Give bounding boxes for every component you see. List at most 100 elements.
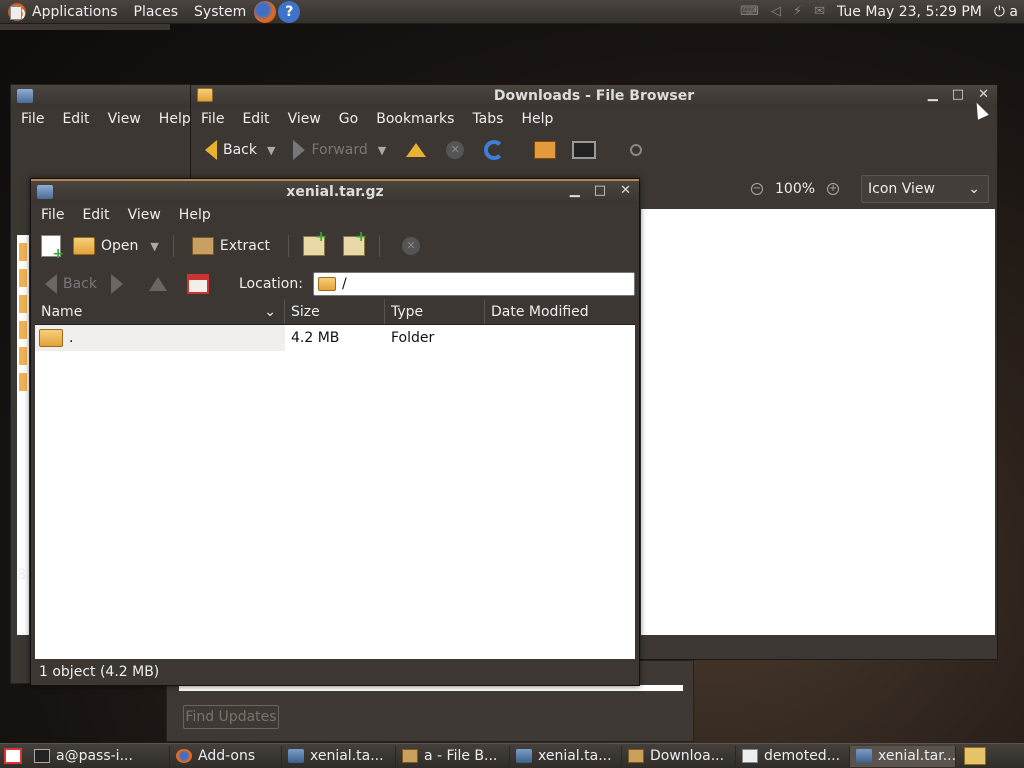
forward-button[interactable]: Forward — [289, 138, 371, 162]
minimize-button[interactable]: ▁ — [570, 183, 580, 198]
downloads-menubar: File Edit View Go Bookmarks Tabs Help — [191, 107, 997, 131]
stop-button[interactable]: ✕ — [446, 141, 465, 159]
menu-bookmarks[interactable]: Bookmarks — [376, 111, 454, 127]
list-item[interactable] — [19, 321, 27, 339]
column-name[interactable]: Name ⌄ — [35, 299, 285, 324]
back-menu-file[interactable]: File — [21, 111, 44, 127]
downloads-titlebar[interactable]: Downloads - File Browser ▁ □ ✕ — [191, 85, 997, 107]
taskbar-item[interactable]: xenial.ta... — [282, 745, 396, 767]
places-menu[interactable]: Places — [134, 4, 179, 20]
reload-button[interactable] — [484, 140, 505, 160]
search-button[interactable] — [630, 144, 643, 156]
column-size[interactable]: Size — [285, 299, 385, 324]
forward-history-chevron-icon[interactable]: ▼ — [378, 144, 386, 157]
taskbar-item-label: xenial.tar... — [878, 748, 956, 764]
taskbar-item[interactable]: demoted... — [736, 745, 850, 767]
extract-button[interactable]: Extract — [188, 235, 274, 257]
taskbar-item-label: Add-ons — [198, 748, 256, 764]
open-button[interactable]: Open — [69, 235, 142, 257]
volume-icon[interactable]: ◁ — [771, 4, 781, 19]
open-folder-icon — [73, 237, 95, 255]
menu-help[interactable]: Help — [179, 207, 211, 223]
maximize-button[interactable]: □ — [952, 87, 964, 102]
taskbar-item-label: xenial.ta... — [310, 748, 384, 764]
document-icon — [742, 749, 758, 763]
applications-menu[interactable]: Applications — [32, 4, 118, 20]
back-history-chevron-icon[interactable]: ▼ — [267, 144, 275, 157]
up-button[interactable] — [406, 143, 427, 157]
home-button[interactable] — [187, 274, 209, 294]
list-item[interactable] — [19, 243, 27, 261]
close-button[interactable]: ✕ — [620, 183, 631, 198]
network-icon[interactable]: ⚡ — [793, 4, 802, 19]
column-date-modified[interactable]: Date Modified — [485, 299, 635, 324]
mail-icon[interactable]: ✉ — [814, 4, 825, 19]
taskbar-item[interactable]: Downloa... — [622, 745, 736, 767]
menu-file[interactable]: File — [201, 111, 224, 127]
zoom-out-button[interactable]: − — [751, 183, 763, 195]
menu-edit[interactable]: Edit — [82, 207, 109, 223]
close-button[interactable]: ✕ — [978, 87, 989, 102]
list-item[interactable] — [19, 373, 27, 391]
home-button[interactable] — [534, 141, 557, 159]
maximize-button[interactable]: □ — [594, 183, 606, 198]
find-updates-button[interactable]: Find Updates — [183, 705, 279, 729]
back-window-titlebar[interactable] — [11, 85, 209, 107]
list-item[interactable] — [19, 295, 27, 313]
trash-icon[interactable] — [964, 747, 986, 765]
open-recent-chevron-icon[interactable]: ▼ — [150, 240, 158, 253]
user-menu[interactable]: ⏻ a — [994, 4, 1018, 20]
new-archive-button[interactable] — [41, 235, 64, 262]
menu-view[interactable]: View — [128, 207, 161, 223]
computer-button[interactable] — [572, 141, 597, 159]
view-mode-select[interactable]: Icon View ⌄ — [861, 175, 990, 203]
column-name-label: Name — [41, 303, 83, 320]
zoom-in-button[interactable]: + — [827, 183, 840, 195]
up-button[interactable] — [149, 277, 167, 291]
back-label: Back — [223, 142, 257, 158]
menu-tabs[interactable]: Tabs — [472, 111, 503, 127]
back-window-icon — [17, 89, 33, 103]
minimize-button[interactable]: ▁ — [928, 87, 938, 102]
zoom-level[interactable]: 100% — [775, 181, 815, 197]
menu-file[interactable]: File — [41, 207, 64, 223]
downloads-window-icon — [197, 88, 213, 102]
back-button[interactable]: Back — [41, 272, 101, 296]
back-menu-view[interactable]: View — [108, 111, 141, 127]
stop-button[interactable]: ✕ — [402, 237, 421, 255]
firefox-launcher-icon[interactable] — [254, 0, 277, 23]
back-window-number: 8 — [17, 567, 26, 583]
menu-help[interactable]: Help — [521, 111, 553, 127]
table-row[interactable]: . 4.2 MB Folder — [35, 325, 635, 351]
forward-button[interactable] — [111, 274, 123, 294]
menu-view[interactable]: View — [288, 111, 321, 127]
list-item[interactable] — [19, 347, 27, 365]
show-desktop-button[interactable] — [4, 748, 22, 764]
location-input[interactable]: / — [312, 272, 635, 296]
row-name-cell: . — [35, 325, 285, 351]
downloads-toolbar: Back ▼ Forward ▼ ✕ — [191, 131, 997, 169]
help-launcher-icon[interactable]: ? — [278, 0, 301, 23]
archive-toolbar: Open ▼ Extract ✕ — [31, 227, 639, 265]
archive-titlebar[interactable]: xenial.tar.gz ▁ □ ✕ — [31, 179, 639, 203]
user-name: a — [1009, 3, 1018, 20]
back-menu-edit[interactable]: Edit — [62, 111, 89, 127]
list-item[interactable] — [19, 269, 27, 287]
clock[interactable]: Tue May 23, 5:29 PM — [837, 4, 982, 20]
taskbar-item[interactable]: a - File B... — [396, 745, 510, 767]
system-menu[interactable]: System — [194, 4, 246, 20]
demoted-window-icon — [10, 6, 22, 20]
taskbar-item[interactable]: Add-ons — [170, 745, 282, 767]
add-folder-button[interactable] — [343, 229, 367, 256]
menu-edit[interactable]: Edit — [242, 111, 269, 127]
taskbar-item[interactable]: a@pass-i... — [28, 745, 170, 767]
add-files-button[interactable] — [303, 229, 327, 256]
taskbar-item-active[interactable]: xenial.tar... — [850, 745, 956, 767]
menu-go[interactable]: Go — [339, 111, 358, 127]
back-button[interactable]: Back — [201, 138, 261, 162]
downloads-content-pane[interactable] — [641, 209, 995, 635]
back-menu-help[interactable]: Help — [159, 111, 191, 127]
column-type[interactable]: Type — [385, 299, 485, 324]
keyboard-indicator-icon[interactable]: ⌨ — [740, 4, 759, 19]
taskbar-item[interactable]: xenial.ta... — [510, 745, 622, 767]
